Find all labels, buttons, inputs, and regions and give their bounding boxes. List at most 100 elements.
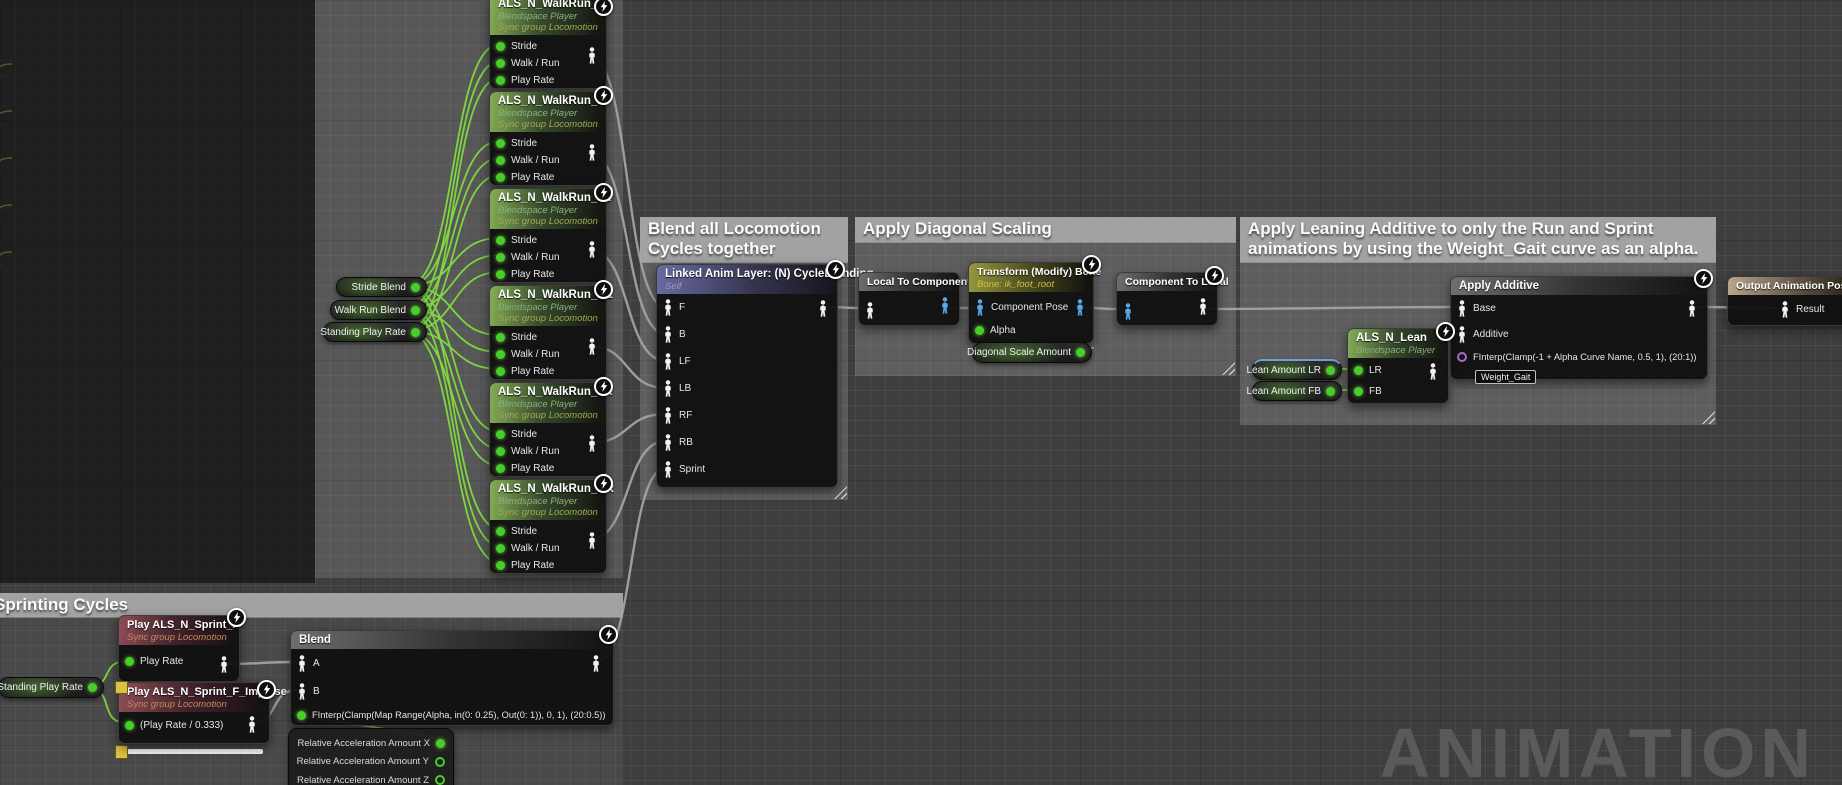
node-als-n-walkrun-br[interactable]: ALS_N_WalkRun_BR Blendspace Player Sync … (489, 479, 607, 574)
stride-pin[interactable] (496, 42, 505, 51)
node-transform-modify-bone[interactable]: Transform (Modify) Bone Bone: ik_foot_ro… (968, 262, 1094, 344)
pill-standing-play-rate-sprint[interactable]: Standing Play Rate (0, 677, 104, 698)
pose-output-person-icon[interactable] (1687, 300, 1697, 317)
node-play-als-n-sprint-f-impulse[interactable]: Play ALS_N_Sprint_F_Impulse Sync group L… (118, 682, 270, 744)
walk-run-pin[interactable] (496, 59, 505, 68)
output-pin[interactable] (411, 306, 420, 315)
pose-b-person-icon[interactable] (297, 683, 307, 700)
pose-pin-person-icon[interactable] (663, 353, 673, 370)
output-pin[interactable] (88, 683, 97, 692)
walk-run-pin[interactable] (496, 253, 505, 262)
pose-pin-person-icon[interactable] (663, 461, 673, 478)
walk-run-pin[interactable] (496, 447, 505, 456)
output-pin[interactable] (1076, 348, 1085, 357)
pose-output-person-icon[interactable] (587, 338, 597, 355)
animgraph-canvas[interactable]: Blend all Locomotion Cycles together App… (0, 0, 1842, 785)
output-pin[interactable] (1326, 387, 1335, 396)
curve-name-input[interactable]: Weight_Gait (1475, 370, 1536, 384)
pose-output-person-icon[interactable] (247, 716, 257, 733)
output-pin[interactable] (436, 739, 445, 748)
lr-pin[interactable] (1354, 366, 1363, 375)
pose-a-person-icon[interactable] (297, 655, 307, 672)
pose-pin-person-icon[interactable] (663, 380, 673, 397)
node-als-n-walkrun-fl[interactable]: ALS_N_WalkRun_FL Blendspace Player Sync … (489, 188, 607, 283)
pose-output-person-icon[interactable] (818, 300, 828, 317)
alpha-curve-pin[interactable] (1457, 352, 1467, 362)
relative-acceleration-pills[interactable]: Relative Acceleration Amount X Relative … (288, 728, 454, 785)
node-local-to-component[interactable]: Local To Component (858, 272, 960, 326)
play-rate-pin[interactable] (496, 561, 505, 570)
stride-pin[interactable] (496, 333, 505, 342)
stride-pin[interactable] (496, 527, 505, 536)
pose-pin-person-icon[interactable] (663, 407, 673, 424)
output-pin[interactable] (1326, 366, 1335, 375)
pose-output-person-icon[interactable] (587, 47, 597, 64)
play-rate-pin[interactable] (496, 173, 505, 182)
pill-rel-accel-z[interactable]: Relative Acceleration Amount Z (297, 771, 445, 785)
pose-output-person-icon[interactable] (219, 656, 229, 673)
node-blend[interactable]: Blend A B FInterp(Clamp(Map Range(Alpha,… (290, 630, 614, 726)
base-pose-person-icon[interactable] (1457, 300, 1467, 317)
node-als-n-walkrun-fr[interactable]: ALS_N_WalkRun_FR Blendspace Player Sync … (489, 382, 607, 477)
pose-output-person-icon[interactable] (587, 144, 597, 161)
output-pin[interactable] (411, 328, 420, 337)
lightning-icon (227, 608, 246, 627)
pill-rel-accel-x[interactable]: Relative Acceleration Amount X (297, 734, 445, 753)
pose-output-person-icon[interactable] (587, 241, 597, 258)
walk-run-pin[interactable] (496, 544, 505, 553)
pill-diagonal-scale-amount[interactable]: Diagonal Scale Amount (972, 342, 1092, 363)
pin-label: Stride (511, 41, 537, 52)
play-rate-pin[interactable] (496, 367, 505, 376)
node-apply-additive[interactable]: Apply Additive Base Additive FInterp(Cla… (1450, 276, 1708, 380)
stride-pin[interactable] (496, 139, 505, 148)
node-als-n-walkrun-bl[interactable]: ALS_N_WalkRun_BL Blendspace Player Sync … (489, 285, 607, 380)
node-als-n-lean[interactable]: ALS_N_Lean Blendspace Player LR FB (1347, 328, 1449, 404)
additive-pose-person-icon[interactable] (1457, 326, 1467, 343)
node-title: Play ALS_N_Sprint_F_Impulse (127, 685, 262, 699)
node-subtitle: Blendspace Player (498, 205, 599, 216)
play-rate-pin[interactable] (496, 76, 505, 85)
pill-lean-amount-fb[interactable]: Lean Amount FB (1252, 381, 1342, 401)
node-output-animation-pose[interactable]: Output Animation Pose Result (1727, 276, 1842, 326)
pill-label: Walk Run Blend (335, 305, 406, 316)
play-rate-pin[interactable] (496, 270, 505, 279)
component-pose-input-person-icon[interactable] (1123, 303, 1133, 320)
component-pose-input-person-icon[interactable] (975, 299, 985, 316)
output-pin[interactable] (411, 283, 420, 292)
output-pin[interactable] (435, 757, 445, 767)
pose-output-person-icon[interactable] (1428, 363, 1438, 380)
pose-output-person-icon[interactable] (587, 435, 597, 452)
pill-rel-accel-y[interactable]: Relative Acceleration Amount Y (297, 753, 445, 772)
node-play-als-n-sprint-f[interactable]: Play ALS_N_Sprint_F Sync group Locomotio… (118, 615, 240, 682)
sequence-progress-knob[interactable] (115, 745, 128, 759)
pose-input-person-icon[interactable] (865, 302, 875, 319)
walk-run-pin[interactable] (496, 156, 505, 165)
alpha-pin[interactable] (297, 711, 306, 720)
play-rate-pin[interactable] (125, 657, 134, 666)
play-rate-pin[interactable] (496, 464, 505, 473)
walk-run-pin[interactable] (496, 350, 505, 359)
pose-output-person-icon[interactable] (587, 532, 597, 549)
play-rate-pin[interactable] (125, 721, 134, 730)
pose-output-person-icon[interactable] (1198, 298, 1208, 315)
output-pin[interactable] (435, 775, 445, 785)
fb-pin[interactable] (1354, 387, 1363, 396)
pill-standing-play-rate[interactable]: Standing Play Rate (323, 322, 427, 342)
node-als-n-walkrun-f[interactable]: ALS_N_WalkRun_F Blendspace Player Sync g… (489, 0, 607, 89)
stride-pin[interactable] (496, 236, 505, 245)
pill-lean-amount-lr[interactable]: Lean Amount LR (1252, 359, 1342, 380)
result-pose-person-icon[interactable] (1780, 301, 1790, 318)
node-linked-anim-layer[interactable]: Linked Anim Layer: (N) CycleBlending Sel… (656, 264, 838, 488)
component-pose-output-person-icon[interactable] (940, 297, 950, 314)
pose-pin-person-icon[interactable] (663, 326, 673, 343)
pose-pin-person-icon[interactable] (663, 299, 673, 316)
pill-walk-run-blend[interactable]: Walk Run Blend (330, 300, 427, 320)
stride-pin[interactable] (496, 430, 505, 439)
pose-output-person-icon[interactable] (591, 655, 601, 672)
pose-pin-person-icon[interactable] (663, 434, 673, 451)
pill-stride-blend[interactable]: Stride Blend (336, 277, 427, 297)
node-component-to-local[interactable]: Component To Local (1116, 272, 1218, 326)
alpha-pin[interactable] (975, 326, 984, 335)
node-als-n-walkrun-b[interactable]: ALS_N_WalkRun_B Blendspace Player Sync g… (489, 91, 607, 186)
component-pose-output-person-icon[interactable] (1075, 299, 1085, 316)
